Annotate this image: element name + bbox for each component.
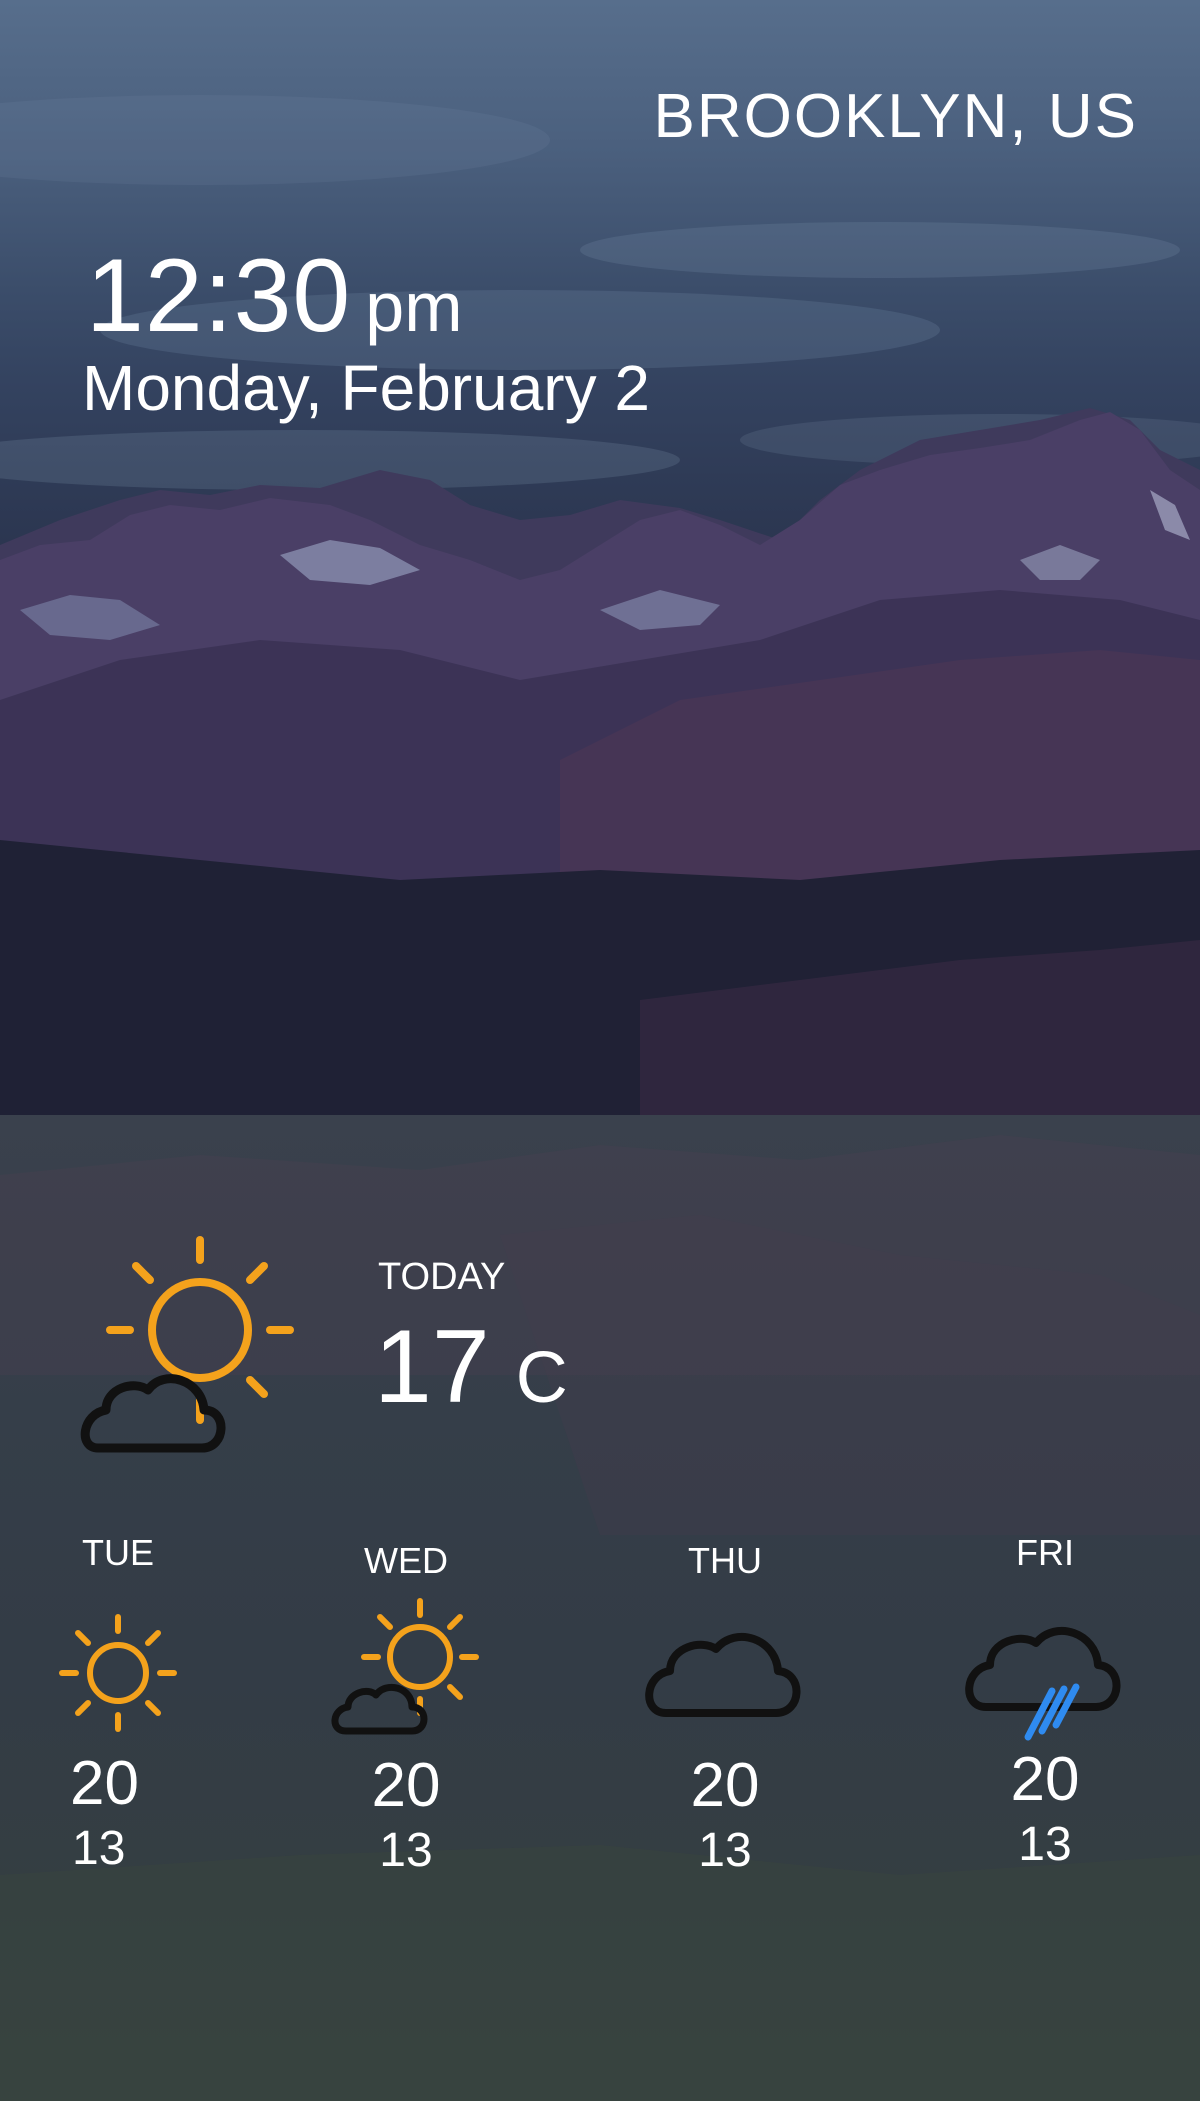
day-low: 13	[379, 1824, 433, 1877]
forecast-day-thu: THU 20 13	[640, 1543, 810, 1875]
day-name: WED	[364, 1540, 448, 1581]
time-ampm: pm	[365, 268, 463, 346]
day-high: 20	[1010, 1745, 1080, 1814]
today-label: TODAY	[378, 1256, 506, 1298]
day-low: 13	[1018, 1818, 1072, 1871]
today-temperature: 17 C	[374, 1315, 568, 1419]
forecast-day-tue: TUE 20 13	[58, 1535, 178, 1873]
rain-icon	[965, 1626, 1121, 1741]
today-temp-unit: C	[515, 1338, 568, 1418]
cloud-icon	[645, 1632, 801, 1717]
day-low: 13	[72, 1822, 126, 1875]
clock-time: 12:30 pm	[86, 244, 463, 348]
forecast-day-fri: FRI 20 13	[960, 1535, 1130, 1869]
day-high: 20	[70, 1749, 139, 1818]
day-high: 20	[690, 1751, 760, 1820]
partly-cloudy-icon	[331, 1598, 479, 1735]
day-name: THU	[688, 1540, 762, 1581]
day-low: 13	[698, 1824, 752, 1877]
mountain-illustration	[0, 95, 1200, 1115]
day-high: 20	[371, 1751, 441, 1820]
location-label: BROOKLYN, US	[653, 82, 1138, 151]
today-temp-value: 17	[374, 1309, 490, 1425]
day-name: TUE	[82, 1532, 154, 1573]
hero-background	[0, 0, 1200, 1115]
forecast-day-wed: WED 20 13	[330, 1543, 482, 1875]
time-value: 12:30	[86, 238, 352, 354]
date-label: Monday, February 2	[82, 352, 650, 424]
sun-icon	[59, 1614, 177, 1732]
day-name: FRI	[1016, 1532, 1074, 1573]
partly-cloudy-icon	[80, 1236, 294, 1453]
